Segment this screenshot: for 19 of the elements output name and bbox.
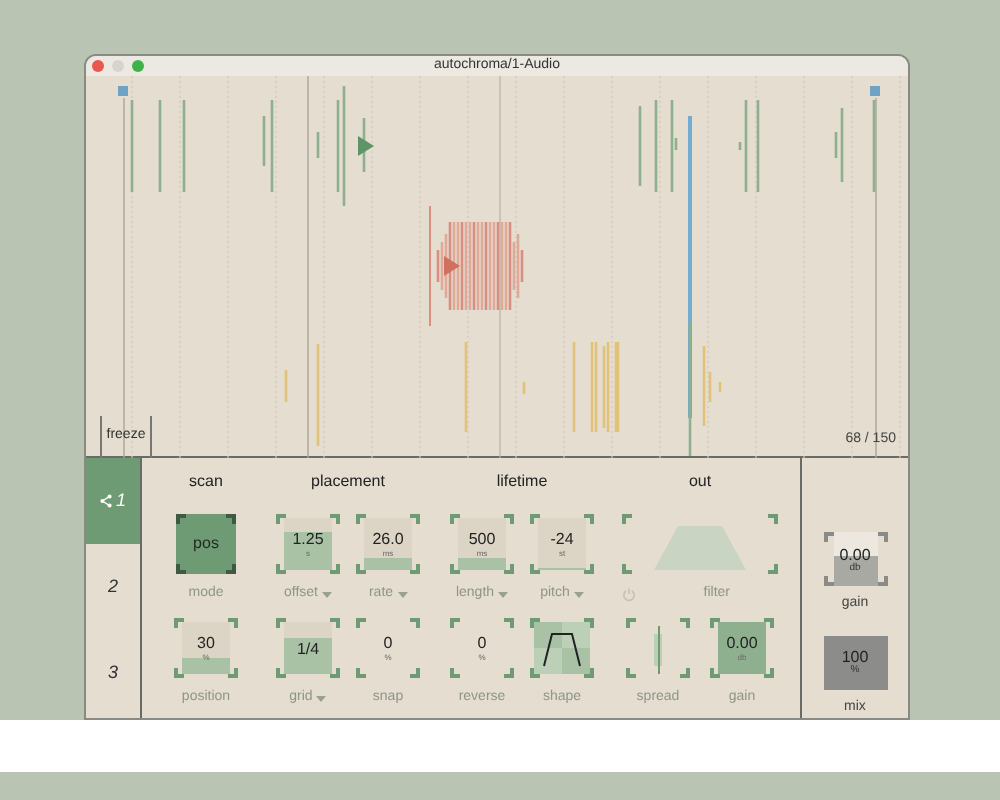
caret-icon[interactable] [316,695,327,701]
section-title: out [686,470,714,490]
mode-toggle[interactable]: pos [176,514,236,574]
section-title: placement [309,470,387,490]
caret-icon[interactable] [573,591,584,597]
section-title: lifetime [494,470,550,490]
caret-icon[interactable] [397,591,408,597]
tab[interactable]: 2 [86,544,140,630]
caret-icon[interactable] [498,591,509,597]
share-icon [99,494,112,508]
shape-selector[interactable] [530,618,594,678]
close-button[interactable] [92,60,104,72]
tab[interactable]: 3 [86,630,140,716]
section-title: scan [187,470,225,490]
power-icon[interactable] [622,587,636,601]
zoom-button[interactable] [132,60,144,72]
spread-dial[interactable] [626,618,690,678]
filter-curve[interactable] [622,514,778,574]
caret-icon[interactable] [322,591,332,597]
